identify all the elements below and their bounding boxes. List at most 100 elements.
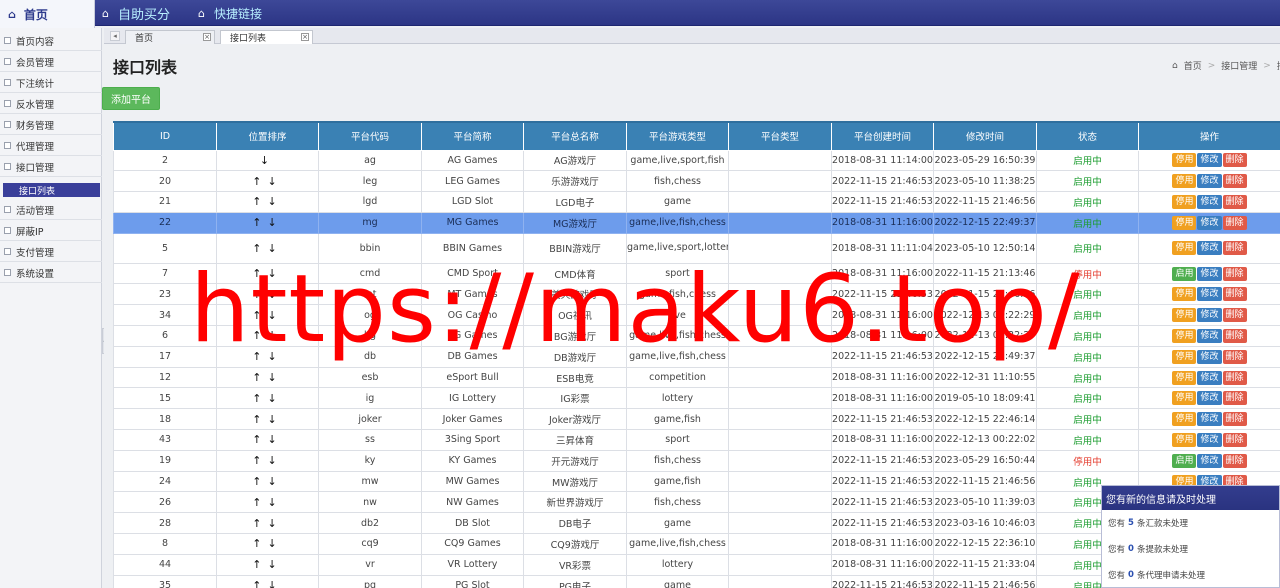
column-header[interactable]: 平台创建时间: [831, 121, 934, 151]
edit-button[interactable]: 修改: [1197, 412, 1222, 427]
table-row[interactable]: 22 ↑↓ mg MG Games MG游戏厅 game,live,fish,chess 2…: [113, 211, 1280, 234]
cell-sort-text[interactable]: ↑↓: [252, 242, 282, 255]
column-header[interactable]: 平台类型: [728, 121, 832, 151]
table-row[interactable]: 12 ↑↓ esb eSport Bull ESB电竞 competition 2018-0…: [113, 366, 1280, 389]
cell-sort-text[interactable]: ↑↓: [252, 288, 282, 301]
disable-button[interactable]: 停用: [1172, 391, 1197, 406]
tab-interface-list[interactable]: 接口列表 ×: [220, 30, 313, 44]
cell-sort-text[interactable]: ↑↓: [252, 454, 282, 467]
disable-button[interactable]: 停用: [1172, 412, 1197, 427]
breadcrumb-interface-mgmt[interactable]: 接口管理: [1221, 59, 1257, 72]
sidebar-item[interactable]: 系统设置: [0, 263, 102, 283]
notification-item[interactable]: 您有 5 条汇款未处理: [1102, 510, 1279, 536]
edit-button[interactable]: 修改: [1197, 453, 1222, 468]
table-row[interactable]: 2 ↓ ag AG Games AG游戏厅 game,live,sport,fish 201…: [113, 149, 1280, 172]
cell-sort-text[interactable]: ↑↓: [252, 413, 282, 426]
delete-button[interactable]: 删除: [1222, 287, 1247, 302]
disable-button[interactable]: 停用: [1172, 194, 1197, 209]
column-header[interactable]: 平台代码: [318, 121, 422, 151]
disable-button[interactable]: 停用: [1172, 153, 1197, 168]
delete-button[interactable]: 删除: [1222, 215, 1247, 230]
close-icon[interactable]: ×: [203, 33, 211, 41]
column-header[interactable]: 平台总名称: [523, 121, 627, 151]
disable-button[interactable]: 停用: [1172, 215, 1197, 230]
column-header[interactable]: 位置排序: [216, 121, 319, 151]
edit-button[interactable]: 修改: [1197, 174, 1222, 189]
disable-button[interactable]: 停用: [1172, 241, 1197, 256]
notification-item[interactable]: 您有 0 条代理申请未处理: [1102, 562, 1279, 588]
enable-button[interactable]: 启用: [1172, 266, 1197, 281]
cell-sort-text[interactable]: ↑↓: [252, 329, 282, 342]
edit-button[interactable]: 修改: [1197, 391, 1222, 406]
disable-button[interactable]: 停用: [1172, 370, 1197, 385]
table-row[interactable]: 43 ↑↓ ss 3Sing Sport 三昇体育 sport 2018-08-31 11:…: [113, 429, 1280, 451]
edit-button[interactable]: 修改: [1197, 370, 1222, 385]
column-header[interactable]: ID: [113, 121, 217, 151]
column-header[interactable]: 操作: [1138, 121, 1280, 151]
sidebar-item[interactable]: 财务管理: [0, 115, 102, 135]
edit-button[interactable]: 修改: [1197, 432, 1222, 447]
table-row[interactable]: 15 ↑↓ ig IG Lottery IG彩票 lottery 2018-08-31 11…: [113, 387, 1280, 410]
disable-button[interactable]: 停用: [1172, 308, 1197, 323]
delete-button[interactable]: 删除: [1222, 349, 1247, 364]
table-row[interactable]: 34 ↑↓ og OG Casino OG视讯 live 2018-08-31 11:16:…: [113, 304, 1280, 327]
sidebar-item[interactable]: 下注统计: [0, 73, 102, 93]
sidebar-item[interactable]: 首页内容: [0, 31, 102, 51]
top-nav-self-buy[interactable]: ⌂ 自助买分: [102, 0, 170, 26]
sidebar-item[interactable]: 接口列表: [3, 183, 100, 197]
delete-button[interactable]: 删除: [1222, 391, 1247, 406]
cell-sort-text[interactable]: ↓: [260, 154, 275, 167]
cell-sort-text[interactable]: ↑↓: [252, 216, 282, 229]
sidebar-item[interactable]: 接口管理: [0, 157, 102, 177]
edit-button[interactable]: 修改: [1197, 215, 1222, 230]
tab-home[interactable]: 首页 ×: [125, 30, 215, 44]
table-row[interactable]: 18 ↑↓ joker Joker Games Joker游戏厅 game,fish 202…: [113, 408, 1280, 431]
top-home-tab[interactable]: ⌂ 首页: [0, 0, 95, 28]
table-row[interactable]: 6 ↑↓ bg BG Games BG游戏厅 game,live,fish,chess 20…: [113, 325, 1280, 347]
delete-button[interactable]: 删除: [1222, 174, 1247, 189]
edit-button[interactable]: 修改: [1197, 153, 1222, 168]
cell-sort-text[interactable]: ↑↓: [252, 392, 282, 405]
top-nav-quick-links[interactable]: ⌂ 快捷链接: [198, 0, 262, 26]
disable-button[interactable]: 停用: [1172, 432, 1197, 447]
sidebar-item[interactable]: 支付管理: [0, 242, 102, 262]
delete-button[interactable]: 删除: [1222, 412, 1247, 427]
delete-button[interactable]: 删除: [1222, 328, 1247, 343]
disable-button[interactable]: 停用: [1172, 287, 1197, 302]
table-row[interactable]: 19 ↑↓ ky KY Games 开元游戏厅 fish,chess 2022-11-15 …: [113, 449, 1280, 472]
cell-sort-text[interactable]: ↑↓: [252, 475, 282, 488]
cell-sort-text[interactable]: ↑↓: [252, 309, 282, 322]
table-row[interactable]: 7 ↑↓ cmd CMD Sport CMD体育 sport 2018-08-31 11:1…: [113, 262, 1280, 285]
edit-button[interactable]: 修改: [1197, 194, 1222, 209]
sidebar-item[interactable]: 屏蔽IP: [0, 221, 102, 241]
edit-button[interactable]: 修改: [1197, 241, 1222, 256]
edit-button[interactable]: 修改: [1197, 328, 1222, 343]
delete-button[interactable]: 删除: [1222, 453, 1247, 468]
delete-button[interactable]: 删除: [1222, 194, 1247, 209]
cell-sort-text[interactable]: ↑↓: [252, 558, 282, 571]
tab-scroll-left-icon[interactable]: ◂: [110, 31, 120, 41]
table-row[interactable]: 20 ↑↓ leg LEG Games 乐游游戏厅 fish,chess 2022-11-1…: [113, 170, 1280, 193]
edit-button[interactable]: 修改: [1197, 266, 1222, 281]
column-header[interactable]: 平台游戏类型: [626, 121, 729, 151]
sidebar-item[interactable]: 活动管理: [0, 200, 102, 220]
cell-sort-text[interactable]: ↑↓: [252, 371, 282, 384]
delete-button[interactable]: 删除: [1222, 153, 1247, 168]
cell-sort-text[interactable]: ↑↓: [252, 267, 282, 280]
close-icon[interactable]: ×: [301, 33, 309, 41]
column-header[interactable]: 修改时间: [933, 121, 1037, 151]
cell-sort-text[interactable]: ↑↓: [252, 175, 282, 188]
cell-sort-text[interactable]: ↑↓: [252, 579, 282, 588]
sidebar-item[interactable]: 代理管理: [0, 136, 102, 156]
disable-button[interactable]: 停用: [1172, 328, 1197, 343]
cell-sort-text[interactable]: ↑↓: [252, 433, 282, 446]
delete-button[interactable]: 删除: [1222, 308, 1247, 323]
column-header[interactable]: 平台简称: [421, 121, 524, 151]
edit-button[interactable]: 修改: [1197, 308, 1222, 323]
edit-button[interactable]: 修改: [1197, 287, 1222, 302]
sidebar-item[interactable]: 反水管理: [0, 94, 102, 114]
edit-button[interactable]: 修改: [1197, 349, 1222, 364]
notification-item[interactable]: 您有 0 条提款未处理: [1102, 536, 1279, 562]
cell-sort-text[interactable]: ↑↓: [252, 350, 282, 363]
delete-button[interactable]: 删除: [1222, 266, 1247, 281]
